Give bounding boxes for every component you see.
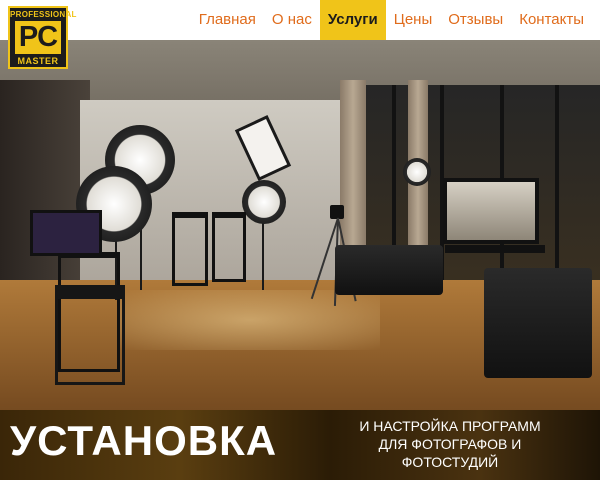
site-logo[interactable]: PROFESSIONAL PC MASTER (8, 6, 77, 69)
banner-subtitle-line: ФОТОСТУДИЙ (401, 454, 499, 470)
directors-chair (172, 212, 208, 286)
banner-subtitle-line: ДЛЯ ФОТОГРАФОВ И (378, 436, 522, 452)
directors-chair (212, 212, 246, 282)
floor-reflection (120, 290, 380, 350)
computer-monitor (30, 210, 102, 256)
equipment-cart (55, 285, 125, 385)
umbrella-light (242, 180, 286, 224)
logo-top-text: PROFESSIONAL (10, 10, 77, 19)
nav-item-prices[interactable]: Цены (386, 0, 441, 40)
nav-item-about[interactable]: О нас (264, 0, 320, 40)
main-nav: Главная О нас Услуги Цены Отзывы Контакт… (191, 0, 592, 40)
banner-title: УСТАНОВКА (10, 417, 278, 464)
logo-main-text: PC (15, 21, 61, 54)
nav-item-home[interactable]: Главная (191, 0, 264, 40)
window-mullion (555, 85, 559, 295)
leather-sofa (335, 245, 443, 295)
nav-item-contacts[interactable]: Контакты (511, 0, 592, 40)
umbrella-light (403, 158, 431, 186)
banner-subtitle: И НАСТРОЙКА ПРОГРАММ ДЛЯ ФОТОГРАФОВ И ФО… (330, 417, 570, 471)
display-stand (445, 245, 545, 253)
banner-subtitle-line: И НАСТРОЙКА ПРОГРАММ (359, 418, 541, 434)
leather-armchair (484, 268, 592, 378)
nav-item-reviews[interactable]: Отзывы (440, 0, 511, 40)
logo-bottom-text: MASTER (17, 56, 59, 66)
site-header: Главная О нас Услуги Цены Отзывы Контакт… (0, 0, 600, 40)
display-screen (443, 178, 539, 244)
nav-item-services[interactable]: Услуги (319, 0, 386, 40)
